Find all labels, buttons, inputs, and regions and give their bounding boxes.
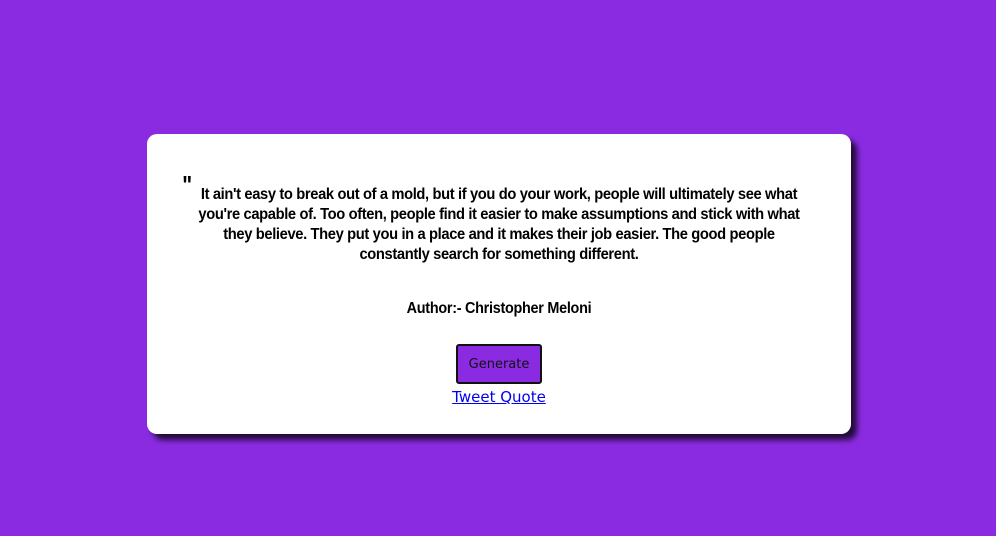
generate-button[interactable]: Generate — [456, 344, 542, 384]
tweet-quote-link[interactable]: Tweet Quote — [452, 388, 546, 406]
quote-author: Author:- Christopher Meloni — [406, 300, 592, 317]
quote-mark-icon: " — [182, 170, 193, 200]
tweet-link-container: Tweet Quote — [147, 387, 851, 407]
quote-card: " It ain't easy to break out of a mold, … — [147, 134, 851, 434]
quote-text: It ain't easy to break out of a mold, bu… — [198, 186, 800, 263]
